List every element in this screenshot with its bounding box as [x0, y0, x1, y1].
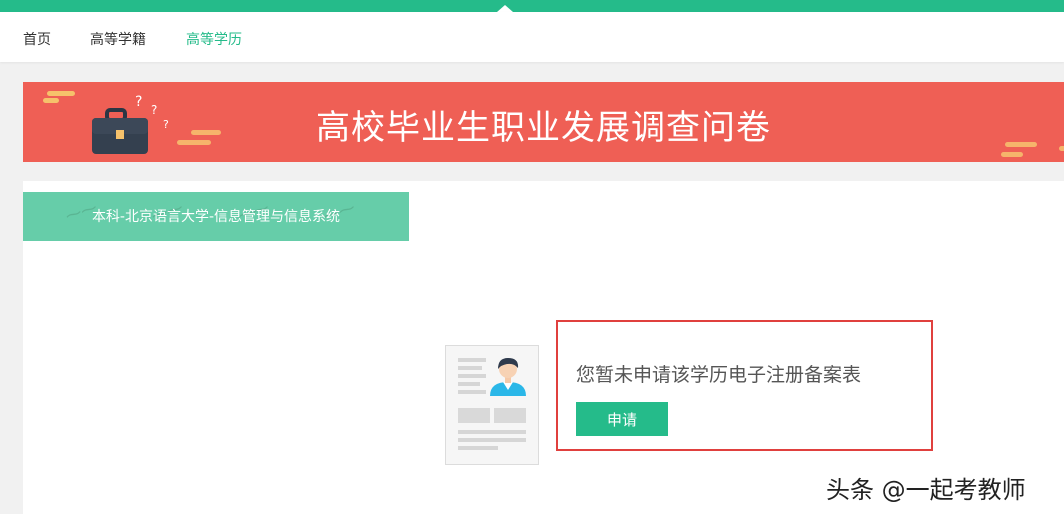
apply-button[interactable]: 申请: [576, 402, 668, 436]
apply-notice-box: 您暂未申请该学历电子注册备案表 申请: [556, 320, 933, 451]
source-watermark: 头条 @一起考教师: [826, 476, 1026, 504]
survey-banner[interactable]: ? ? ? 高校毕业生职业发展调查问卷: [23, 82, 1064, 162]
top-accent-bar: [0, 0, 1064, 12]
nav-item-degree[interactable]: 高等学历: [186, 29, 242, 49]
main-nav: 首页 高等学籍 高等学历: [0, 12, 1064, 62]
school-major-tab[interactable]: ⁓⁓ ⁓⁓ ⁓⁓ ⁓⁓ 本科-北京语言大学-信息管理与信息系统: [23, 192, 409, 241]
cloud-decoration: [47, 91, 75, 96]
document-illustration: [445, 345, 539, 465]
nav-item-home[interactable]: 首页: [23, 29, 51, 49]
nav-pointer-notch: [497, 5, 513, 12]
school-major-label: 本科-北京语言大学-信息管理与信息系统: [91, 209, 341, 225]
no-application-notice: 您暂未申请该学历电子注册备案表: [576, 364, 862, 386]
cloud-decoration: [1001, 152, 1023, 157]
person-avatar-icon: [490, 358, 526, 396]
nav-item-enrollment[interactable]: 高等学籍: [90, 29, 146, 49]
banner-title: 高校毕业生职业发展调查问卷: [316, 108, 771, 148]
degree-record-panel: ⁓⁓ ⁓⁓ ⁓⁓ ⁓⁓ 本科-北京语言大学-信息管理与信息系统 您暂未申请该学历…: [23, 181, 1064, 514]
